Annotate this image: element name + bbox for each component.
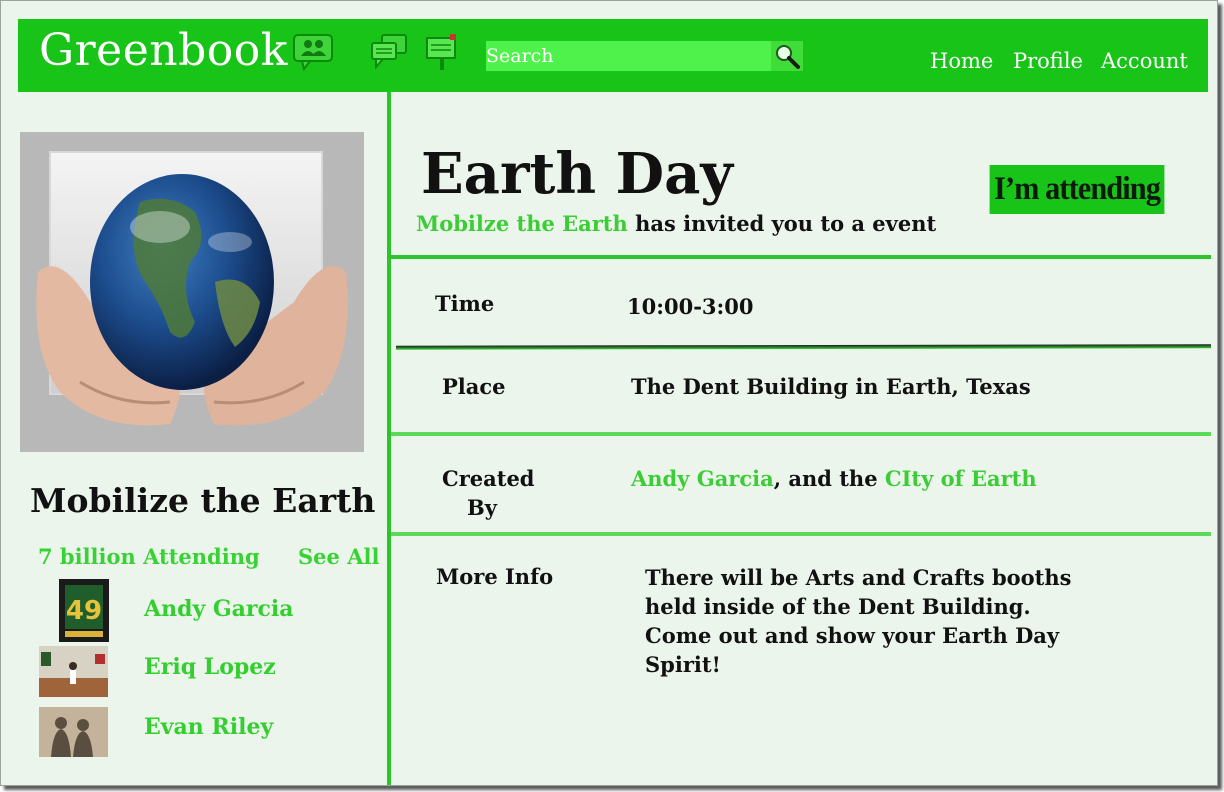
search-input[interactable] — [486, 41, 771, 71]
attendee-row[interactable]: 49 Andy Garcia — [1, 579, 381, 642]
creator-link[interactable]: Andy Garcia — [631, 466, 774, 491]
place-value: The Dent Building in Earth, Texas — [631, 374, 1031, 399]
attending-button[interactable]: I’m attending — [989, 165, 1165, 214]
time-value: 10:00-3:00 — [627, 294, 754, 319]
divider — [395, 344, 1212, 350]
logo[interactable]: Greenbook — [39, 25, 288, 76]
search-button[interactable] — [771, 41, 803, 71]
organization-name[interactable]: Mobilize the Earth — [30, 481, 375, 520]
attending-count: 7 billion Attending — [38, 544, 260, 569]
messages-icon[interactable] — [370, 33, 408, 69]
events-icon[interactable] — [424, 32, 460, 72]
time-label: Time — [435, 291, 495, 316]
attendee-name[interactable]: Andy Garcia — [144, 596, 294, 622]
attendee-name[interactable]: Evan Riley — [144, 714, 273, 740]
friends-icon[interactable] — [292, 33, 334, 71]
created-by-label-line-2: By — [467, 495, 497, 520]
creator-separator: , and the — [773, 466, 885, 491]
more-info-text: There will be Arts and Crafts booths hel… — [645, 565, 1072, 677]
svg-text:49: 49 — [66, 596, 102, 626]
creator-link[interactable]: CIty of Earth — [885, 466, 1037, 491]
earth-in-hands-image — [36, 151, 348, 426]
attendee-avatar — [39, 707, 108, 757]
page-frame: Greenbook Search Home Profile Account Mo… — [0, 0, 1218, 786]
divider — [391, 255, 1211, 259]
event-title: Earth Day — [421, 141, 733, 207]
attendee-avatar: 49 — [59, 579, 109, 642]
column-divider — [387, 92, 391, 785]
attendee-avatar — [39, 646, 108, 697]
invitation-text: has invited you to a event — [627, 211, 937, 236]
nav-home-link[interactable]: Home — [930, 49, 993, 73]
more-info-label: More Info — [436, 564, 554, 589]
event-image — [20, 132, 364, 452]
invitation-line: Mobilze the Earth has invited you to a e… — [416, 211, 936, 236]
nav-profile-link[interactable]: Profile — [1013, 49, 1083, 73]
attendee-row[interactable]: Evan Riley — [1, 707, 381, 767]
attendee-row[interactable]: Eriq Lopez — [1, 646, 381, 706]
see-all-link[interactable]: See All — [298, 544, 379, 569]
top-bar: Greenbook Search Home Profile Account — [18, 19, 1208, 92]
divider — [391, 532, 1211, 536]
place-label: Place — [442, 374, 506, 399]
inviter-link[interactable]: Mobilze the Earth — [416, 211, 628, 236]
divider — [391, 432, 1211, 436]
search-icon — [776, 45, 800, 69]
created-by-value: Andy Garcia, and the CIty of Earth — [631, 466, 1037, 491]
attendee-name[interactable]: Eriq Lopez — [144, 654, 276, 680]
nav-account-link[interactable]: Account — [1101, 49, 1188, 73]
created-by-label-line-1: Created — [442, 466, 535, 491]
search-bar — [486, 41, 803, 71]
